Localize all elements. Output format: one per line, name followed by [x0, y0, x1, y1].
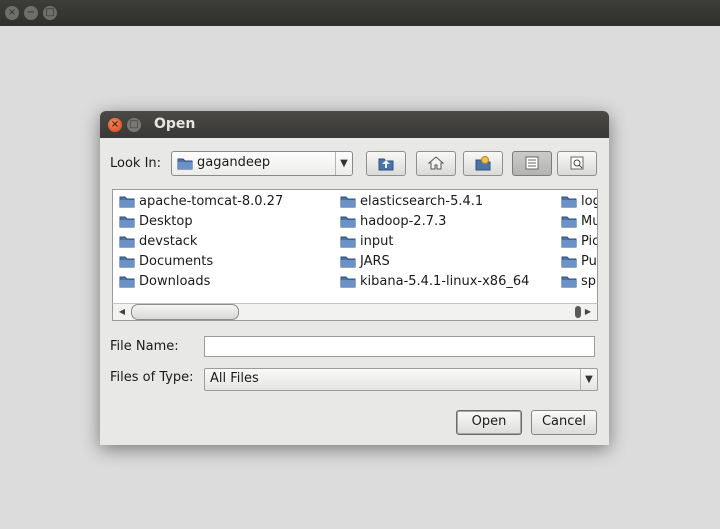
open-button[interactable]: Open [456, 410, 522, 435]
folder-icon [119, 196, 135, 208]
file-list[interactable]: apache-tomcat-8.0.27 Desktop devstack Do… [112, 189, 598, 321]
files-of-type-label: Files of Type: [110, 370, 194, 385]
file-name-text: JARS [360, 254, 390, 269]
list-item[interactable]: devstack [113, 232, 333, 252]
file-name-text: input [360, 234, 394, 249]
file-column: apache-tomcat-8.0.27 Desktop devstack Do… [113, 192, 333, 292]
list-item[interactable]: Pu [555, 252, 597, 272]
list-item[interactable]: Desktop [113, 212, 333, 232]
chevron-down-icon[interactable]: ▼ [580, 369, 597, 390]
outer-window-titlebar: × − □ [0, 0, 720, 26]
look-in-label: Look In: [110, 156, 162, 171]
scrollbar-thumb[interactable] [131, 304, 239, 320]
list-item[interactable]: Downloads [113, 272, 333, 292]
list-item[interactable]: JARS [334, 252, 554, 272]
list-item[interactable]: log [555, 192, 597, 212]
list-item[interactable]: Documents [113, 252, 333, 272]
scroll-right-icon[interactable]: ▶ [581, 304, 595, 320]
file-name-text: hadoop-2.7.3 [360, 214, 447, 229]
file-name-label: File Name: [110, 339, 179, 354]
file-name-text: Desktop [139, 214, 193, 229]
file-column: elasticsearch-5.4.1 hadoop-2.7.3 input J… [334, 192, 554, 292]
list-item[interactable]: apache-tomcat-8.0.27 [113, 192, 333, 212]
list-item[interactable]: sp [555, 272, 597, 292]
file-name-text: sp [581, 274, 597, 289]
folder-icon [340, 276, 356, 288]
chevron-down-icon[interactable]: ▼ [335, 152, 352, 175]
list-item[interactable]: kibana-5.4.1-linux-x86_64 [334, 272, 554, 292]
folder-icon [340, 216, 356, 228]
list-item[interactable]: input [334, 232, 554, 252]
file-name-text: Mu [581, 214, 597, 229]
dialog-title: Open [154, 116, 196, 132]
minimize-button[interactable]: □ [127, 118, 141, 132]
file-name-text: elasticsearch-5.4.1 [360, 194, 484, 209]
file-name-text: Documents [139, 254, 214, 269]
file-column: log Mu Pic Pu sp [555, 192, 598, 292]
folder-icon [119, 256, 135, 268]
folder-up-icon [378, 158, 394, 171]
cancel-button[interactable]: Cancel [531, 410, 597, 435]
scroll-left-icon[interactable]: ◀ [115, 304, 129, 320]
files-of-type-value: All Files [210, 371, 259, 386]
folder-icon [177, 158, 193, 170]
folder-icon [119, 236, 135, 248]
new-folder-icon [475, 156, 491, 171]
horizontal-scrollbar[interactable]: ◀ ▶ [112, 303, 598, 321]
list-item[interactable]: Mu [555, 212, 597, 232]
folder-icon [561, 276, 577, 288]
dialog-titlebar: × □ Open [100, 111, 609, 138]
list-view-icon [525, 156, 539, 170]
create-new-folder-button[interactable] [463, 151, 503, 176]
up-one-level-button[interactable] [366, 151, 406, 176]
file-name-text: Pic [581, 234, 598, 249]
file-name-text: apache-tomcat-8.0.27 [139, 194, 284, 209]
list-item[interactable]: elasticsearch-5.4.1 [334, 192, 554, 212]
file-name-text: Downloads [139, 274, 211, 289]
look-in-combobox[interactable]: gagandeep ▼ [171, 151, 353, 176]
look-in-value: gagandeep [197, 155, 271, 170]
folder-icon [561, 256, 577, 268]
open-dialog: × □ Open Look In: gagandeep ▼ apache-tom… [100, 111, 609, 445]
outer-maximize-button[interactable]: □ [43, 6, 57, 20]
folder-icon [561, 236, 577, 248]
file-name-text: devstack [139, 234, 198, 249]
list-item[interactable]: Pic [555, 232, 598, 252]
folder-icon [561, 196, 577, 208]
files-of-type-select[interactable]: All Files ▼ [204, 368, 598, 391]
folder-icon [340, 196, 356, 208]
folder-icon [340, 256, 356, 268]
file-name-text: kibana-5.4.1-linux-x86_64 [360, 274, 530, 289]
outer-close-button[interactable]: × [5, 6, 19, 20]
file-name-text: Pu [581, 254, 597, 269]
home-button[interactable] [416, 151, 456, 176]
details-view-button[interactable] [557, 151, 597, 176]
folder-icon [340, 236, 356, 248]
folder-icon [119, 276, 135, 288]
close-button[interactable]: × [108, 118, 122, 132]
folder-icon [561, 216, 577, 228]
list-item[interactable]: hadoop-2.7.3 [334, 212, 554, 232]
list-view-button[interactable] [512, 151, 552, 176]
folder-icon [119, 216, 135, 228]
details-view-icon [570, 156, 584, 170]
file-name-text: log [581, 194, 597, 209]
home-icon [428, 156, 444, 170]
file-name-field[interactable] [204, 336, 595, 357]
outer-minimize-button[interactable]: − [24, 6, 38, 20]
